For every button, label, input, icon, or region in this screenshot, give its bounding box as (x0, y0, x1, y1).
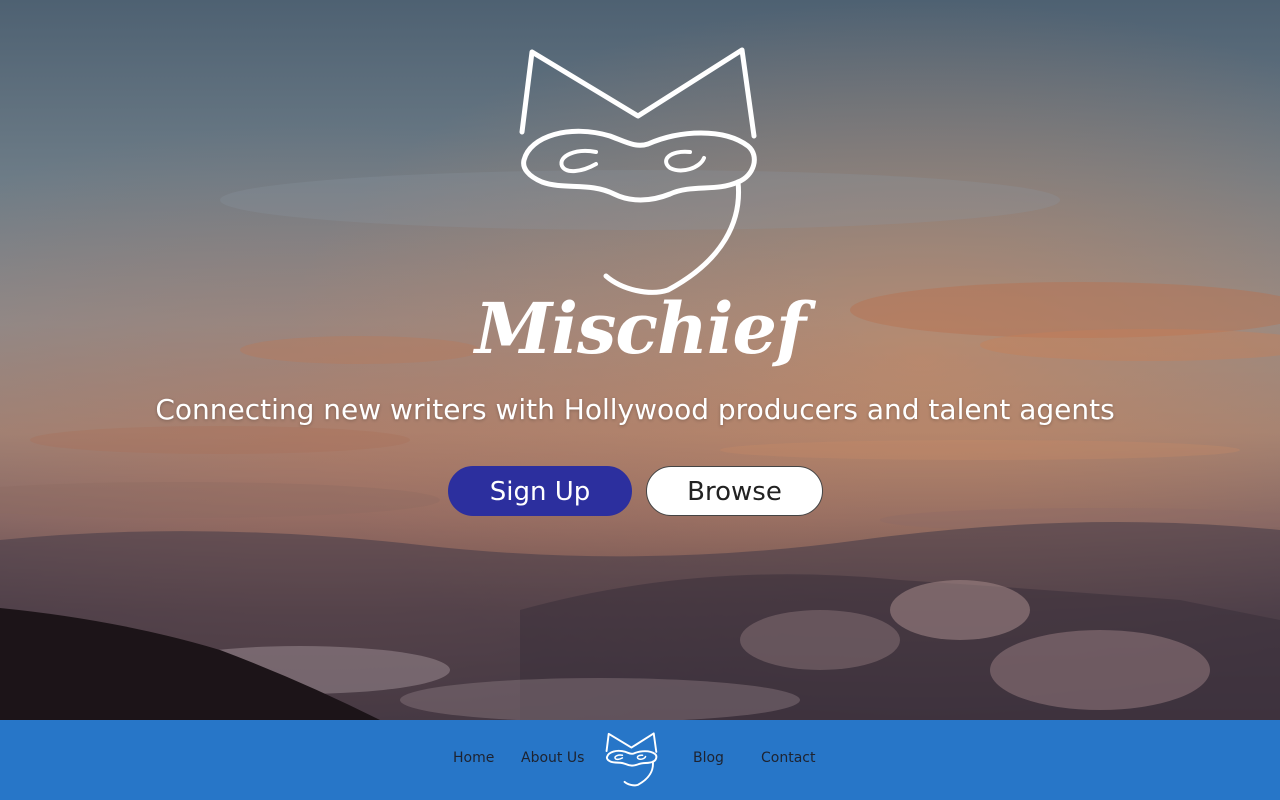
cat-mask-icon (519, 47, 757, 295)
nav-link-about-us[interactable]: About Us (521, 749, 584, 767)
nav-link-home[interactable]: Home (453, 749, 494, 767)
browse-button[interactable]: Browse (646, 466, 823, 516)
sign-up-button[interactable]: Sign Up (448, 466, 632, 516)
footer-cat-mask-icon[interactable] (604, 732, 658, 788)
hero-section: Mischief Connecting new writers with Hol… (0, 0, 1280, 720)
nav-link-blog[interactable]: Blog (693, 749, 724, 767)
hero-tagline: Connecting new writers with Hollywood pr… (155, 393, 1115, 426)
footer-nav-bar: Home About Us Blog Contact (0, 720, 1280, 800)
brand-wordmark: Mischief (474, 287, 806, 370)
nav-link-contact[interactable]: Contact (761, 749, 815, 767)
